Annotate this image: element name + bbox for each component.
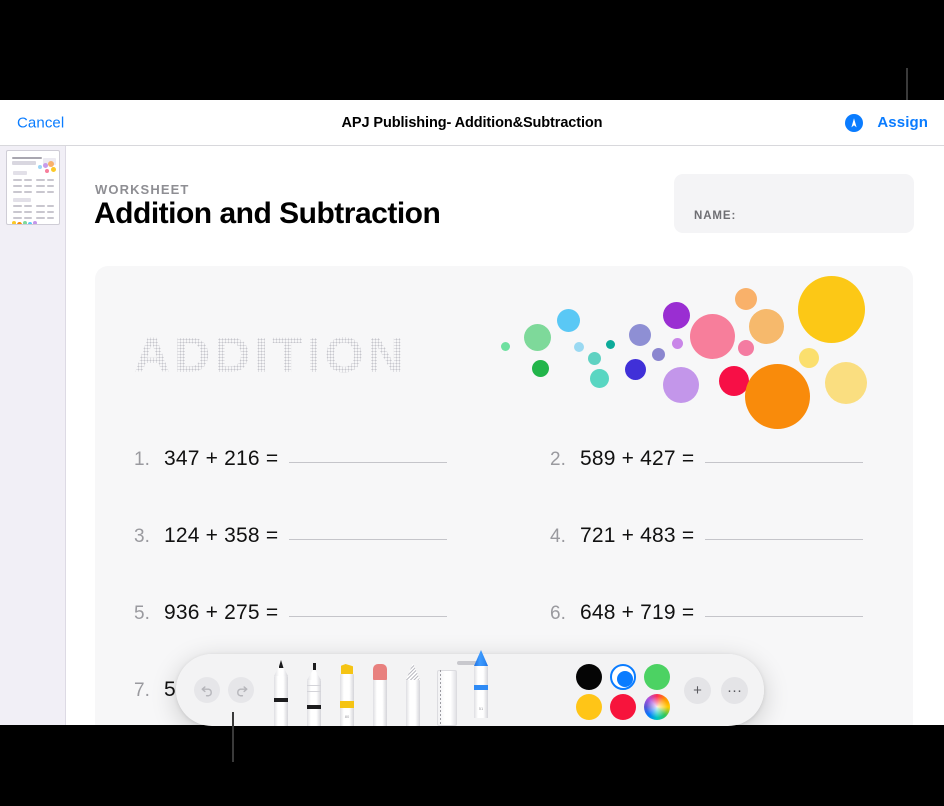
undo-button[interactable] <box>194 677 220 703</box>
bubble-15 <box>738 340 754 356</box>
bubble-12 <box>663 367 699 403</box>
confetti-bubbles-illustration <box>495 274 905 449</box>
color-swatches <box>576 664 681 720</box>
highlighter-tool[interactable]: 80 <box>337 662 357 726</box>
undo-redo-group <box>194 677 254 703</box>
answer-blank[interactable] <box>289 539 448 540</box>
color-swatch-black[interactable] <box>576 664 602 690</box>
problem-number: 3. <box>134 526 150 547</box>
problem-2[interactable]: 2. 589 + 427 = <box>550 447 864 471</box>
problem-5[interactable]: 5. 936 + 275 = <box>134 601 448 625</box>
worksheet-canvas[interactable]: WORKSHEET Addition and Subtraction NAME:… <box>66 146 944 725</box>
worksheet-title: Addition and Subtraction <box>94 197 441 230</box>
problem-4[interactable]: 4. 721 + 483 = <box>550 524 864 548</box>
answer-blank[interactable] <box>289 462 448 463</box>
bubble-10 <box>652 348 665 361</box>
editor-body: WORKSHEET Addition and Subtraction NAME:… <box>0 146 944 725</box>
color-swatch-yellow[interactable] <box>576 694 602 720</box>
callout-line-toolbar <box>232 712 234 762</box>
top-navigation-bar: Cancel APJ Publishing- Addition&Subtract… <box>0 100 944 146</box>
marker-tool[interactable]: 51 <box>471 650 491 718</box>
eraser-tool[interactable] <box>370 662 390 726</box>
app-root: Cancel APJ Publishing- Addition&Subtract… <box>0 0 944 806</box>
bubble-19 <box>745 364 810 429</box>
drawing-tools-row: 80 51 <box>271 650 491 726</box>
problem-number: 4. <box>550 526 566 547</box>
bubble-13 <box>672 338 683 349</box>
color-swatch-fill <box>617 671 633 687</box>
pencil-tool[interactable] <box>304 662 324 726</box>
name-field[interactable]: NAME: <box>674 174 914 233</box>
color-swatch-blue[interactable] <box>610 664 636 690</box>
apple-school-compass-icon <box>845 113 864 132</box>
bubble-14 <box>690 314 735 359</box>
bubble-17 <box>735 288 757 310</box>
name-field-label: NAME: <box>694 210 737 222</box>
problem-number: 6. <box>550 603 566 624</box>
nav-right-group: Assign <box>845 113 928 132</box>
toolbar-right-buttons: + ··· <box>684 677 748 704</box>
add-tool-button[interactable]: + <box>684 677 711 704</box>
bubble-20 <box>798 276 865 343</box>
problem-number: 1. <box>134 449 150 470</box>
problem-expression: 347 + 216 = <box>164 447 279 470</box>
bubble-18 <box>749 309 784 344</box>
page-thumbnail-sidebar[interactable] <box>0 146 66 725</box>
bubble-9 <box>625 359 646 380</box>
bubble-8 <box>629 324 651 346</box>
bubble-22 <box>825 362 867 404</box>
assign-button[interactable]: Assign <box>877 114 928 131</box>
more-options-button[interactable]: ··· <box>721 677 748 704</box>
color-swatch-red[interactable] <box>610 694 636 720</box>
problem-number: 7. <box>134 680 150 701</box>
problem-number: 2. <box>550 449 566 470</box>
problem-expression: 936 + 275 = <box>164 601 279 624</box>
problem-expression: 721 + 483 = <box>580 524 695 547</box>
problem-number: 5. <box>134 603 150 624</box>
page-thumbnail-1[interactable] <box>6 150 60 225</box>
bubble-0 <box>501 342 510 351</box>
color-swatch-spectrum[interactable] <box>644 694 670 720</box>
answer-blank[interactable] <box>705 616 864 617</box>
bubble-4 <box>574 342 584 352</box>
redo-button[interactable] <box>228 677 254 703</box>
bubble-3 <box>557 309 580 332</box>
thumbnail-preview <box>7 151 59 224</box>
bubble-11 <box>663 302 690 329</box>
bubble-7 <box>606 340 615 349</box>
bubble-1 <box>524 324 551 351</box>
section-heading-addition: ADDITION <box>134 327 408 383</box>
lasso-tool[interactable] <box>403 662 423 726</box>
problem-3[interactable]: 3. 124 + 358 = <box>134 524 448 548</box>
ruler-tool[interactable] <box>436 662 458 726</box>
bubble-6 <box>590 369 609 388</box>
answer-blank[interactable] <box>705 539 864 540</box>
problem-expression: 5 <box>164 678 176 701</box>
problem-expression: 124 + 358 = <box>164 524 279 547</box>
worksheet-kicker: WORKSHEET <box>95 182 190 197</box>
bubble-2 <box>532 360 549 377</box>
problem-1[interactable]: 1. 347 + 216 = <box>134 447 448 471</box>
problem-expression: 589 + 427 = <box>580 447 695 470</box>
document-title: APJ Publishing- Addition&Subtraction <box>341 114 603 131</box>
answer-blank[interactable] <box>289 616 448 617</box>
problem-6[interactable]: 6. 648 + 719 = <box>550 601 864 625</box>
color-swatch-green[interactable] <box>644 664 670 690</box>
bubble-21 <box>799 348 819 368</box>
pen-tool[interactable] <box>271 660 291 726</box>
answer-blank[interactable] <box>705 462 864 463</box>
bubble-5 <box>588 352 601 365</box>
markup-toolbar[interactable]: 80 51 + ··· <box>176 650 764 726</box>
problem-expression: 648 + 719 = <box>580 601 695 624</box>
